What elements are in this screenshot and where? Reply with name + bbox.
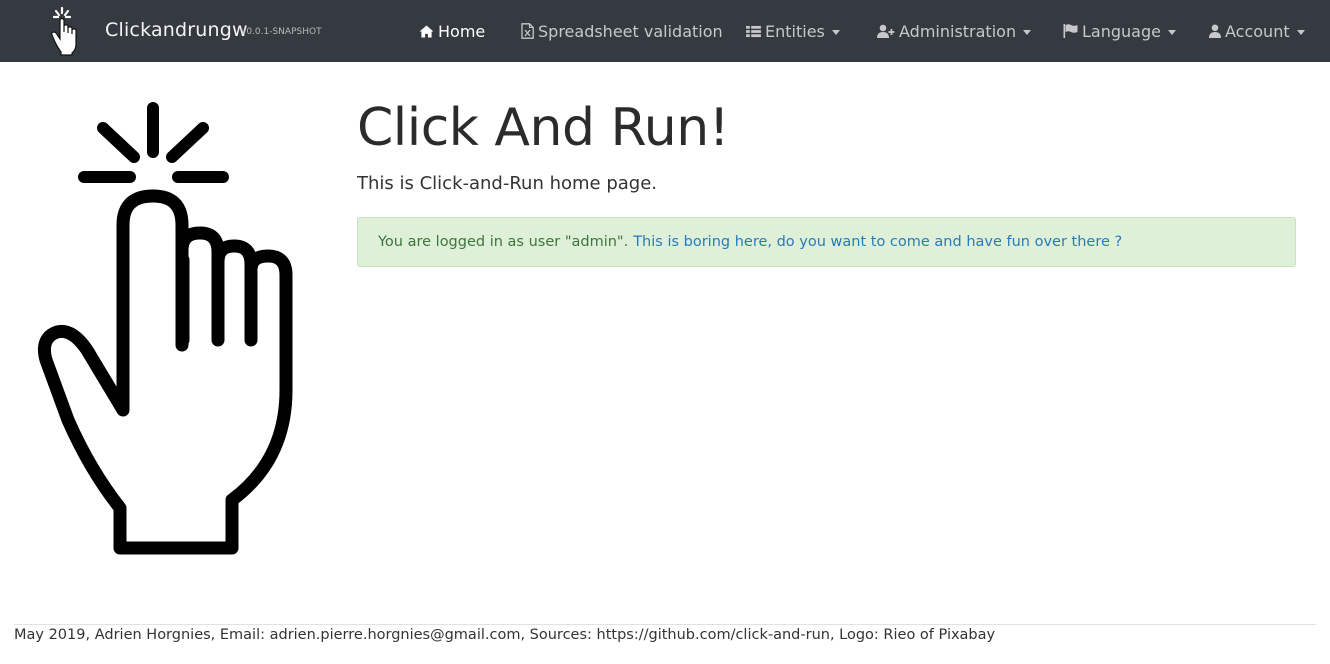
caret-down-icon: [1167, 29, 1176, 35]
nav-entities-dropdown[interactable]: Entities: [746, 0, 840, 62]
nav-home-label: Home: [438, 21, 486, 41]
caret-down-icon: [1296, 29, 1305, 35]
footer-divider: [14, 624, 1316, 625]
page-lead: This is Click-and-Run home page.: [357, 173, 658, 194]
user-icon: [1209, 24, 1221, 38]
nav-administration-dropdown[interactable]: Administration: [877, 0, 1032, 62]
user-plus-icon: [877, 24, 895, 38]
nav-entities-label: Entities: [765, 21, 825, 41]
nav-account-label: Account: [1225, 21, 1290, 41]
nav-spreadsheet-validation[interactable]: Spreadsheet validation: [521, 0, 723, 62]
nav-language-label: Language: [1082, 21, 1161, 41]
caret-down-icon: [1023, 29, 1032, 35]
nav-home[interactable]: Home: [419, 0, 485, 62]
login-status-alert: You are logged in as user "admin". This …: [357, 217, 1296, 267]
fun-link[interactable]: This is boring here, do you want to come…: [633, 234, 1122, 250]
brand-version: v0.0.1-SNAPSHOT: [241, 27, 322, 37]
footer-text: May 2019, Adrien Horgnies, Email: adrien…: [14, 627, 996, 643]
nav-administration-label: Administration: [899, 21, 1017, 41]
navbar: Clickandrungw v0.0.1-SNAPSHOT Home Sprea…: [0, 0, 1330, 62]
home-icon: [419, 24, 434, 38]
file-excel-icon: [521, 23, 534, 39]
brand-name[interactable]: Clickandrungw: [105, 19, 248, 41]
hand-pointer-icon[interactable]: [50, 6, 84, 56]
nav-account-dropdown[interactable]: Account: [1209, 0, 1305, 62]
nav-language-dropdown[interactable]: Language: [1063, 0, 1176, 62]
caret-down-icon: [831, 29, 840, 35]
login-status-text: You are logged in as user "admin".: [378, 234, 629, 250]
nav-spreadsheet-validation-label: Spreadsheet validation: [538, 21, 723, 41]
page-title: Click And Run!: [357, 98, 730, 158]
list-icon: [746, 25, 761, 37]
hand-pointer-icon: [37, 102, 293, 555]
flag-icon: [1063, 24, 1078, 38]
